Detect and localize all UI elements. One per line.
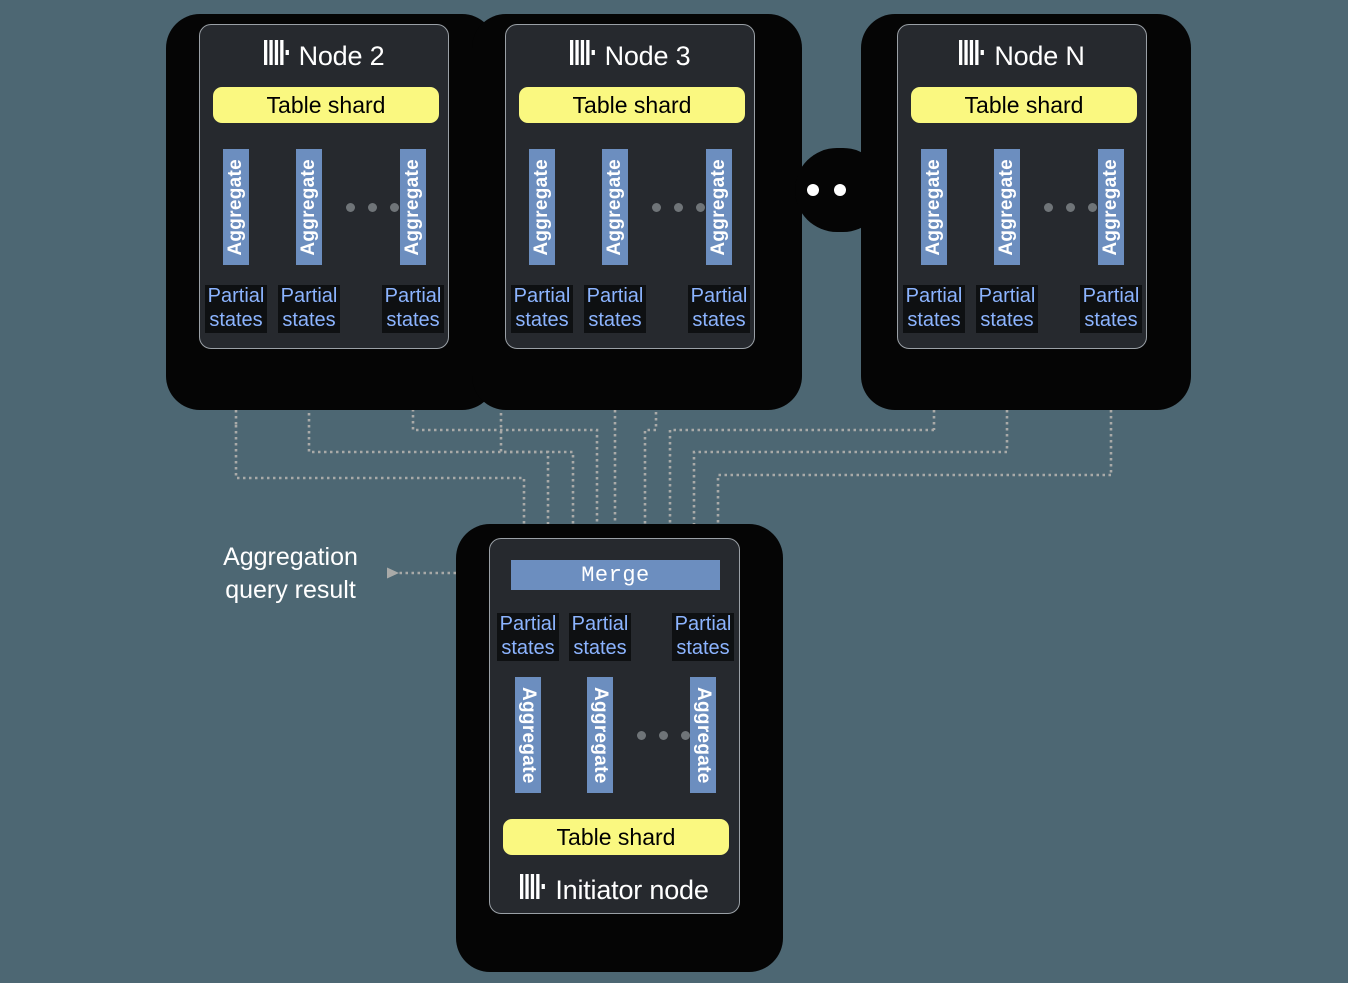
- label-line1: Partial: [280, 285, 338, 308]
- label-line2: states: [501, 637, 555, 659]
- node-2-aggregate-3[interactable]: Aggregate: [400, 149, 426, 265]
- label-line1: Partial: [674, 613, 732, 636]
- clickhouse-logo-icon: [569, 40, 596, 72]
- clickhouse-logo-icon: [520, 874, 546, 906]
- node-2-title-row: Node 2: [200, 37, 448, 75]
- node-n-aggregate-1-label: Aggregate: [923, 158, 944, 256]
- result-label-line1: Aggregation: [223, 543, 358, 571]
- node-3-aggregate-1[interactable]: Aggregate: [529, 149, 555, 265]
- node-n-aggregate-2[interactable]: Aggregate: [994, 149, 1020, 265]
- node-3-aggregate-3[interactable]: Aggregate: [706, 149, 732, 265]
- initiator-aggregate-3[interactable]: Aggregate: [690, 677, 716, 793]
- node-3-title-row: Node 3: [506, 37, 754, 75]
- initiator-title-row: Initiator node: [490, 873, 739, 907]
- node-n-partial-states-3: Partial states: [1080, 285, 1142, 333]
- node-2-aggregate-1[interactable]: Aggregate: [223, 149, 249, 265]
- initiator-title-text: Initiator node: [555, 874, 709, 905]
- node-3-table-shard-label: Table shard: [572, 91, 692, 118]
- node-3-aggregate-2-label: Aggregate: [604, 158, 625, 256]
- node-n-table-shard-label: Table shard: [964, 91, 1084, 118]
- diagram-canvas: Node 2 Table shard Aggregate Aggregate A…: [0, 0, 1348, 983]
- node-2-title-text: Node 2: [298, 40, 385, 71]
- node-n-partial-states-2: Partial states: [976, 285, 1038, 333]
- node-2-aggregate-2-label: Aggregate: [298, 158, 319, 256]
- initiator-partial-states-1: Partial states: [497, 613, 559, 661]
- node-2-aggregate-3-label: Aggregate: [402, 158, 423, 256]
- node-2-partial-states-3: Partial states: [382, 285, 444, 333]
- node-n-title-row: Node N: [898, 37, 1146, 75]
- label-line2: states: [588, 309, 642, 331]
- node-3-aggregate-1-label: Aggregate: [531, 158, 552, 256]
- merge-operator[interactable]: Merge: [511, 560, 720, 590]
- initiator-aggregate-3-label: Aggregate: [693, 686, 714, 784]
- initiator-node[interactable]: Merge Partial states Partial states Part…: [489, 538, 740, 914]
- aggregation-query-result-label: Aggregation query result: [198, 541, 383, 606]
- node-n-aggregate-1[interactable]: Aggregate: [921, 149, 947, 265]
- node-n-aggregate-3-label: Aggregate: [1100, 158, 1121, 256]
- node-n-aggregate-3[interactable]: Aggregate: [1098, 149, 1124, 265]
- merge-label: Merge: [581, 562, 650, 588]
- label-line1: Partial: [571, 613, 629, 636]
- node-n-partial-states-1: Partial states: [903, 285, 965, 333]
- node-n-table-shard[interactable]: Table shard: [911, 87, 1137, 123]
- label-line2: states: [282, 309, 336, 331]
- initiator-aggregate-ellipsis: [637, 731, 690, 740]
- node-2-aggregate-2[interactable]: Aggregate: [296, 149, 322, 265]
- node-3-partial-states-2: Partial states: [584, 285, 646, 333]
- node-2-table-shard[interactable]: Table shard: [213, 87, 439, 123]
- node-2-partial-states-2: Partial states: [278, 285, 340, 333]
- label-line2: states: [386, 309, 440, 331]
- initiator-table-shard-label: Table shard: [556, 823, 676, 850]
- label-line2: states: [907, 309, 961, 331]
- initiator-aggregate-2-label: Aggregate: [590, 686, 611, 784]
- label-line2: states: [1084, 309, 1138, 331]
- label-line1: Partial: [586, 285, 644, 308]
- label-line1: Partial: [499, 613, 557, 636]
- node-3[interactable]: Node 3 Table shard Aggregate Aggregate A…: [505, 24, 755, 349]
- node-n-title-text: Node N: [994, 40, 1085, 71]
- ellipsis-dot: [807, 184, 819, 196]
- label-line2: states: [515, 309, 569, 331]
- initiator-aggregate-1[interactable]: Aggregate: [515, 677, 541, 793]
- node-2-aggregate-ellipsis: [346, 203, 399, 212]
- label-line2: states: [692, 309, 746, 331]
- initiator-partial-states-3: Partial states: [672, 613, 734, 661]
- node-3-partial-states-3: Partial states: [688, 285, 750, 333]
- node-2-aggregate-1-label: Aggregate: [225, 158, 246, 256]
- node-2[interactable]: Node 2 Table shard Aggregate Aggregate A…: [199, 24, 449, 349]
- node-n-aggregate-2-label: Aggregate: [996, 158, 1017, 256]
- label-line1: Partial: [1082, 285, 1140, 308]
- result-label-line2: query result: [225, 575, 356, 604]
- label-line1: Partial: [384, 285, 442, 308]
- node-3-aggregate-3-label: Aggregate: [708, 158, 729, 256]
- node-3-title-text: Node 3: [604, 40, 691, 71]
- node-2-table-shard-label: Table shard: [266, 91, 386, 118]
- label-line1: Partial: [905, 285, 963, 308]
- label-line1: Partial: [978, 285, 1036, 308]
- initiator-aggregate-2[interactable]: Aggregate: [587, 677, 613, 793]
- clickhouse-logo-icon: [959, 40, 985, 72]
- node-3-aggregate-2[interactable]: Aggregate: [602, 149, 628, 265]
- label-line2: states: [980, 309, 1034, 331]
- node-3-partial-states-1: Partial states: [511, 285, 573, 333]
- initiator-table-shard[interactable]: Table shard: [503, 819, 729, 855]
- node-n[interactable]: Node N Table shard Aggregate Aggregate A…: [897, 24, 1147, 349]
- node-3-table-shard[interactable]: Table shard: [519, 87, 745, 123]
- clickhouse-logo-icon: [263, 40, 290, 72]
- initiator-partial-states-2: Partial states: [569, 613, 631, 661]
- label-line1: Partial: [513, 285, 571, 308]
- label-line2: states: [573, 637, 627, 659]
- label-line2: states: [676, 637, 730, 659]
- label-line1: Partial: [690, 285, 748, 308]
- initiator-aggregate-1-label: Aggregate: [518, 686, 539, 784]
- node-3-aggregate-ellipsis: [652, 203, 705, 212]
- node-n-aggregate-ellipsis: [1044, 203, 1097, 212]
- label-line1: Partial: [207, 285, 265, 308]
- node-2-partial-states-1: Partial states: [205, 285, 267, 333]
- ellipsis-dot: [834, 184, 846, 196]
- label-line2: states: [209, 309, 263, 331]
